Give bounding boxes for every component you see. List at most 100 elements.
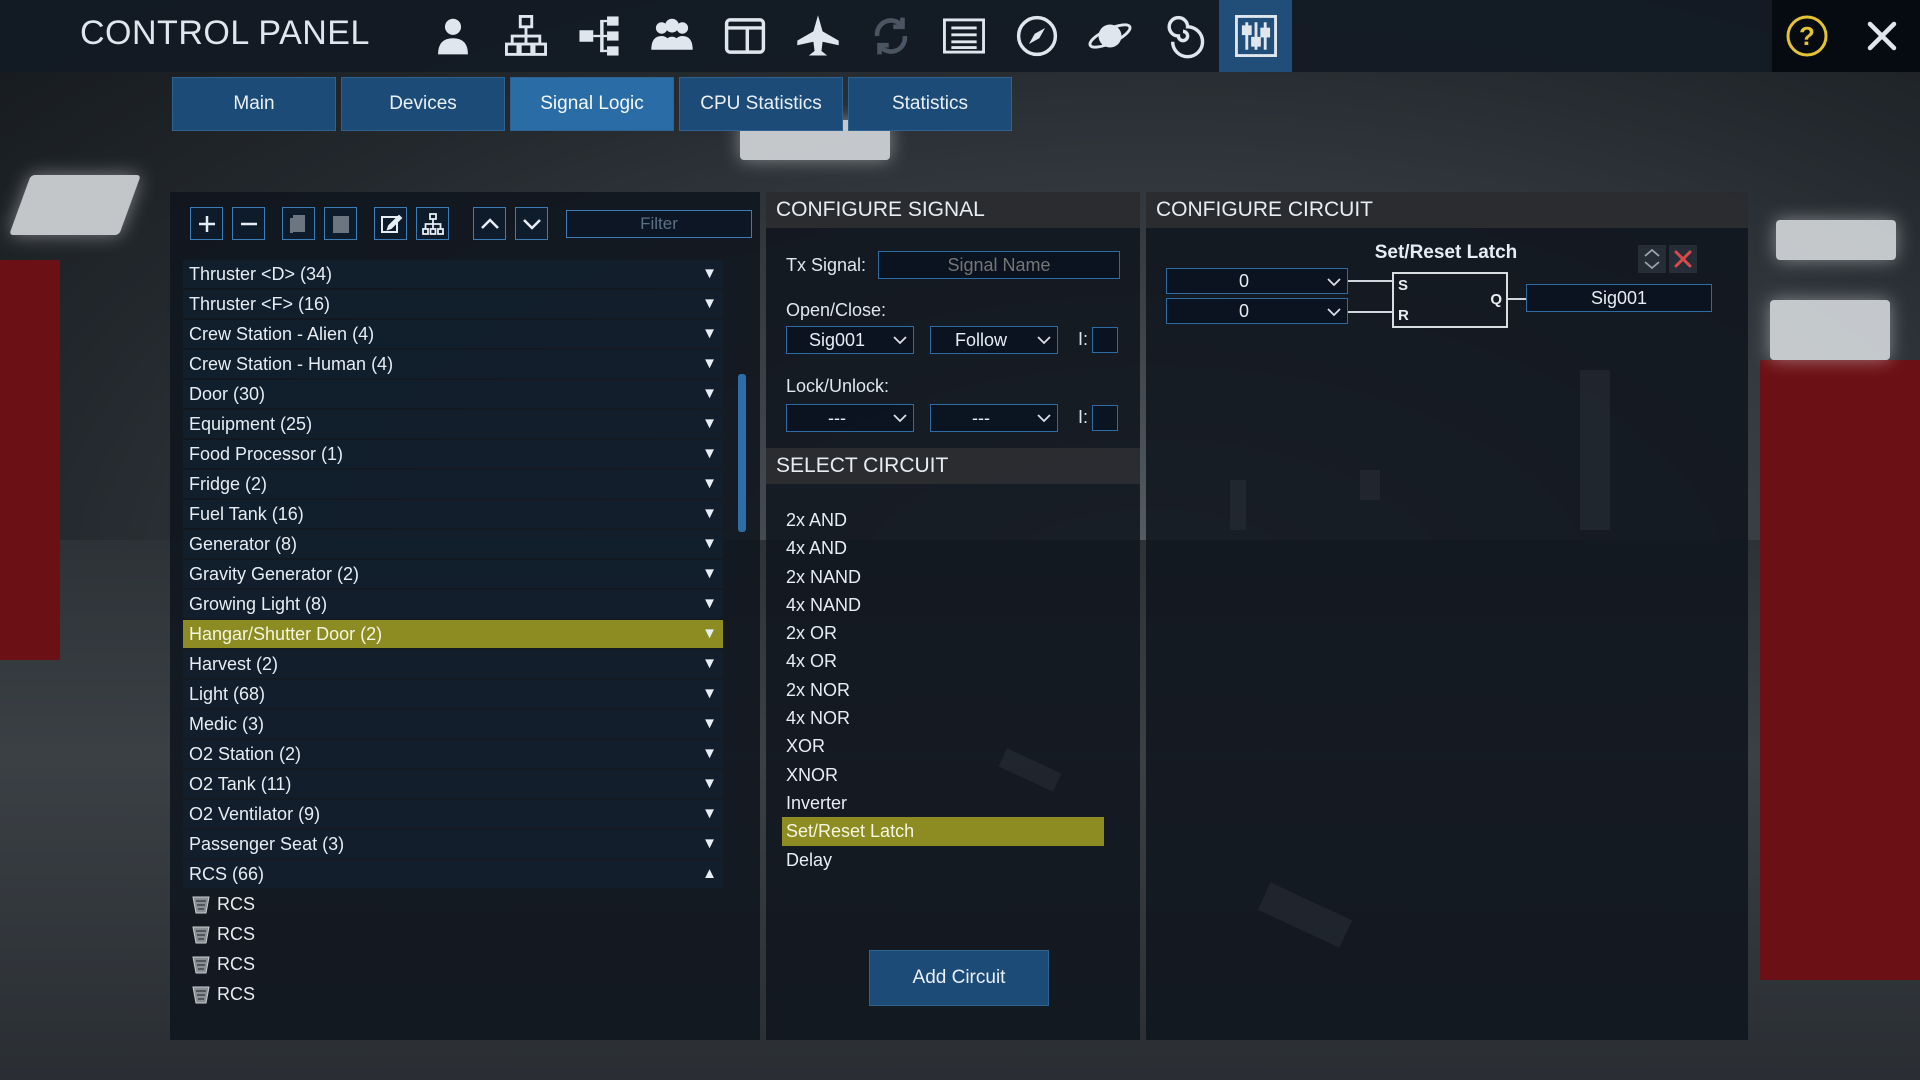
list-item[interactable]: Door (30) ▼ — [183, 380, 723, 408]
scrollbar[interactable] — [738, 374, 746, 532]
expand-arrow-icon[interactable]: ▼ — [702, 440, 717, 468]
list-icon[interactable] — [927, 0, 1000, 72]
list-item[interactable]: Gravity Generator (2) ▼ — [183, 560, 723, 588]
sub-list-item[interactable]: RCS — [183, 980, 723, 1008]
move-up-icon[interactable] — [473, 207, 506, 240]
tab-cpu-statistics[interactable]: CPU Statistics — [679, 77, 843, 131]
expand-arrow-icon[interactable]: ▼ — [702, 800, 717, 828]
network-icon[interactable] — [489, 0, 562, 72]
expand-arrow-icon[interactable]: ▼ — [702, 410, 717, 438]
remove-icon[interactable] — [232, 207, 265, 240]
sliders-icon[interactable] — [1219, 0, 1292, 72]
output-signal-field[interactable]: Sig001 — [1526, 284, 1712, 312]
circuit-item[interactable]: 4x OR — [782, 647, 1104, 675]
close-icon[interactable] — [1862, 16, 1902, 56]
galaxy-icon[interactable] — [1146, 0, 1219, 72]
input-s-dropdown[interactable]: 0 — [1166, 268, 1348, 294]
copy-icon[interactable] — [282, 207, 315, 240]
invert-checkbox[interactable] — [1092, 327, 1118, 353]
sub-list-item[interactable]: RCS — [183, 920, 723, 948]
expand-arrow-icon[interactable]: ▼ — [702, 770, 717, 798]
list-item[interactable]: Thruster <F> (16) ▼ — [183, 290, 723, 318]
circuit-item[interactable]: 4x AND — [782, 534, 1104, 562]
open-close-mode-dropdown[interactable]: Follow — [930, 326, 1058, 354]
circuit-item[interactable]: 2x AND — [782, 506, 1104, 534]
sub-list-item[interactable]: RCS — [183, 890, 723, 918]
expand-arrow-icon[interactable]: ▼ — [702, 740, 717, 768]
list-item[interactable]: Generator (8) ▼ — [183, 530, 723, 558]
lock-invert-checkbox[interactable] — [1092, 405, 1118, 431]
filter-input[interactable] — [566, 210, 752, 238]
expand-arrow-icon[interactable]: ▼ — [702, 470, 717, 498]
expand-arrow-icon[interactable]: ▼ — [702, 260, 717, 288]
tree-icon[interactable] — [416, 207, 449, 240]
planet-icon[interactable] — [1073, 0, 1146, 72]
list-item[interactable]: Passenger Seat (3) ▼ — [183, 830, 723, 858]
collapse-arrow-icon[interactable]: ▲ — [702, 860, 717, 888]
list-item[interactable]: Food Processor (1) ▼ — [183, 440, 723, 468]
list-item[interactable]: Equipment (25) ▼ — [183, 410, 723, 438]
reorder-icon[interactable] — [1638, 245, 1666, 273]
tab-statistics[interactable]: Statistics — [848, 77, 1012, 131]
circuit-item[interactable]: Inverter — [782, 789, 1104, 817]
list-item[interactable]: O2 Ventilator (9) ▼ — [183, 800, 723, 828]
expand-arrow-icon[interactable]: ▼ — [702, 290, 717, 318]
list-item[interactable]: O2 Tank (11) ▼ — [183, 770, 723, 798]
expand-arrow-icon[interactable]: ▼ — [702, 590, 717, 618]
circuit-item[interactable]: 2x OR — [782, 619, 1104, 647]
add-circuit-button[interactable]: Add Circuit — [869, 950, 1049, 1006]
paste-icon[interactable] — [324, 207, 357, 240]
list-item[interactable]: RCS (66) ▲ — [183, 860, 723, 888]
list-item[interactable]: Harvest (2) ▼ — [183, 650, 723, 678]
transfer-icon[interactable] — [854, 0, 927, 72]
circuit-item[interactable]: XOR — [782, 732, 1104, 760]
list-item[interactable]: Thruster <D> (34) ▼ — [183, 260, 723, 288]
list-item[interactable]: Fridge (2) ▼ — [183, 470, 723, 498]
list-item[interactable]: Fuel Tank (16) ▼ — [183, 500, 723, 528]
open-close-signal-dropdown[interactable]: Sig001 — [786, 326, 914, 354]
input-r-dropdown[interactable]: 0 — [1166, 298, 1348, 324]
ship-icon[interactable] — [781, 0, 854, 72]
add-icon[interactable] — [190, 207, 223, 240]
hierarchy-icon[interactable] — [562, 0, 635, 72]
circuit-item[interactable]: 4x NOR — [782, 704, 1104, 732]
circuit-item[interactable]: 2x NAND — [782, 563, 1104, 591]
compass-icon[interactable] — [1000, 0, 1073, 72]
lock-signal-dropdown[interactable]: --- — [786, 404, 914, 432]
list-item[interactable]: Crew Station - Alien (4) ▼ — [183, 320, 723, 348]
circuit-item[interactable]: 4x NAND — [782, 591, 1104, 619]
sub-list-item[interactable]: RCS — [183, 950, 723, 978]
list-item-selected[interactable]: Hangar/Shutter Door (2) ▼ — [183, 620, 723, 648]
expand-arrow-icon[interactable]: ▼ — [702, 500, 717, 528]
move-down-icon[interactable] — [515, 207, 548, 240]
signal-name-input[interactable] — [878, 251, 1120, 279]
expand-arrow-icon[interactable]: ▼ — [702, 650, 717, 678]
expand-arrow-icon[interactable]: ▼ — [702, 350, 717, 378]
crew-icon[interactable] — [416, 0, 489, 72]
lock-mode-dropdown[interactable]: --- — [930, 404, 1058, 432]
delete-circuit-icon[interactable] — [1669, 245, 1697, 273]
tab-signal-logic[interactable]: Signal Logic — [510, 77, 674, 131]
list-item[interactable]: Growing Light (8) ▼ — [183, 590, 723, 618]
tab-devices[interactable]: Devices — [341, 77, 505, 131]
expand-arrow-icon[interactable]: ▼ — [702, 830, 717, 858]
circuit-item[interactable]: Delay — [782, 846, 1104, 874]
help-icon[interactable]: ? — [1785, 14, 1829, 58]
expand-arrow-icon[interactable]: ▼ — [702, 320, 717, 348]
list-item[interactable]: Light (68) ▼ — [183, 680, 723, 708]
expand-arrow-icon[interactable]: ▼ — [702, 710, 717, 738]
list-item[interactable]: O2 Station (2) ▼ — [183, 740, 723, 768]
circuit-item[interactable]: 2x NOR — [782, 676, 1104, 704]
circuit-item-selected[interactable]: Set/Reset Latch — [782, 817, 1104, 846]
tab-main[interactable]: Main — [172, 77, 336, 131]
group-icon[interactable] — [635, 0, 708, 72]
list-item[interactable]: Medic (3) ▼ — [183, 710, 723, 738]
expand-arrow-icon[interactable]: ▼ — [702, 380, 717, 408]
expand-arrow-icon[interactable]: ▼ — [702, 620, 717, 648]
window-icon[interactable] — [708, 0, 781, 72]
list-item[interactable]: Crew Station - Human (4) ▼ — [183, 350, 723, 378]
expand-arrow-icon[interactable]: ▼ — [702, 530, 717, 558]
edit-icon[interactable] — [374, 207, 407, 240]
expand-arrow-icon[interactable]: ▼ — [702, 680, 717, 708]
expand-arrow-icon[interactable]: ▼ — [702, 560, 717, 588]
